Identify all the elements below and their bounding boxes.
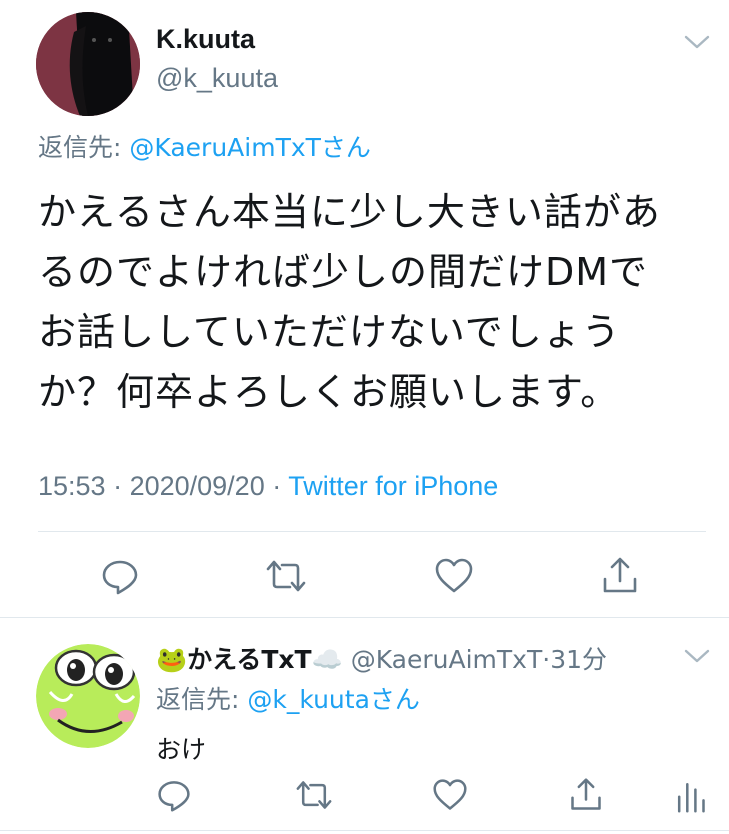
avatar[interactable]	[36, 644, 140, 748]
share-icon[interactable]	[600, 556, 640, 596]
chevron-down-icon[interactable]	[684, 648, 710, 664]
meta-separator: ·	[264, 471, 289, 501]
reply-to-link[interactable]: @k_kuuta	[247, 685, 370, 714]
avatar[interactable]	[36, 12, 140, 116]
reply-to-link[interactable]: @KaeruAimTxT	[129, 133, 321, 162]
share-icon[interactable]	[568, 777, 604, 813]
user-handle[interactable]: @KaeruAimTxT	[351, 645, 543, 674]
divider	[38, 531, 706, 532]
reply-suffix: さん	[320, 133, 371, 162]
tweet-meta: 15:53 · 2020/09/20 · Twitter for iPhone	[38, 471, 498, 502]
tweet-line: かえるさん本当に少し大きい話があ	[38, 190, 661, 234]
chevron-down-icon[interactable]	[684, 34, 710, 50]
divider	[0, 617, 729, 618]
divider	[0, 830, 729, 831]
analytics-icon[interactable]	[672, 777, 708, 813]
reply-prefix: 返信先:	[38, 133, 122, 162]
tweet-line: お話ししていただけないでしょう	[38, 310, 621, 354]
tweet-age[interactable]: 31分	[550, 645, 607, 674]
reply-context: 返信先: @KaeruAimTxTさん	[38, 128, 371, 164]
reply-icon[interactable]	[156, 777, 192, 813]
reply-context: 返信先: @k_kuutaさん	[156, 680, 420, 716]
display-name[interactable]: K.kuuta	[156, 24, 255, 55]
like-icon[interactable]	[432, 777, 468, 813]
reply-prefix: 返信先:	[156, 685, 240, 714]
user-handle[interactable]: @k_kuuta	[156, 63, 278, 94]
tweet-date[interactable]: 2020/09/20	[130, 471, 265, 501]
reply-icon[interactable]	[100, 556, 140, 596]
like-icon[interactable]	[434, 556, 474, 596]
retweet-icon[interactable]	[266, 556, 306, 596]
tweet-time[interactable]: 15:53	[38, 471, 106, 501]
reply-header: 🐸かえるTxT☁️ @KaeruAimTxT·31分	[156, 640, 607, 676]
tweet-text: おけ	[156, 735, 207, 764]
tweet-line: るのでよければ少しの間だけDMで	[38, 250, 649, 294]
reply-suffix: さん	[369, 685, 420, 714]
tweet-text: かえるさん本当に少し大きい話があ るのでよければ少しの間だけDMで お話ししてい…	[38, 182, 708, 422]
meta-separator: ·	[105, 471, 130, 501]
tweet-source[interactable]: Twitter for iPhone	[288, 471, 498, 501]
retweet-icon[interactable]	[296, 777, 332, 813]
display-name[interactable]: 🐸かえるTxT☁️	[156, 645, 343, 674]
meta-separator: ·	[542, 645, 551, 674]
tweet-line: か？何卒よろしくお願いします。	[38, 370, 620, 414]
